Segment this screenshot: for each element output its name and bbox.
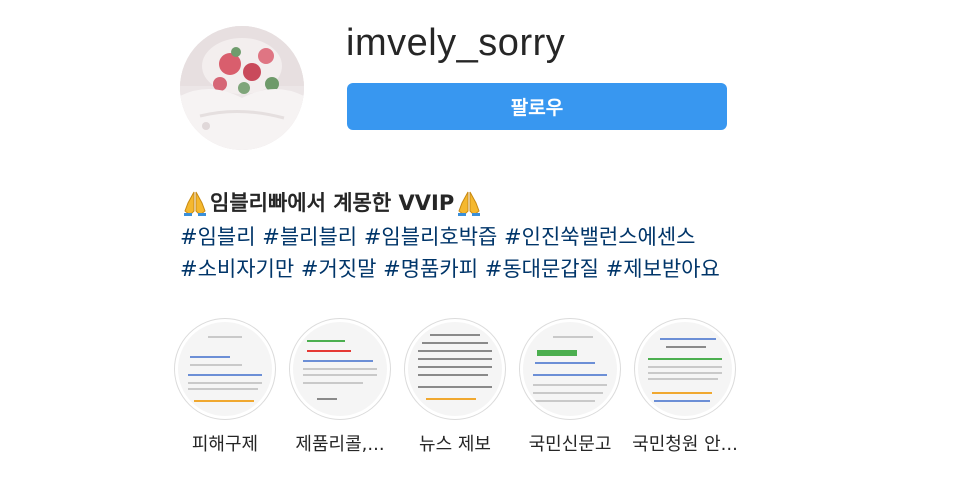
bio-hashtags: #임블리 #블리블리 #임블리호박즙 #인진쑥밸런스에센스 #소비자기만 #거짓…: [180, 221, 740, 285]
highlight-thumbnail: [178, 322, 272, 416]
highlight-label: 피해구제: [191, 434, 259, 455]
highlight-thumbnail: [523, 322, 617, 416]
profile-avatar[interactable]: [180, 26, 304, 150]
highlight-thumbnail: [408, 322, 502, 416]
highlight-thumbnail: [293, 322, 387, 416]
highlight-label: 국민신문고: [528, 434, 612, 455]
hashtag-link[interactable]: #동대문갑질: [485, 257, 599, 281]
folded-hands-icon: [456, 189, 482, 217]
highlight-item[interactable]: 국민신문고: [515, 318, 625, 456]
story-highlights: 피해구제 제품리콜,... 뉴스 제보 국민신문고 국민청원 안...: [174, 318, 775, 458]
highlight-ring: [404, 318, 506, 420]
highlight-label: 뉴스 제보: [419, 434, 491, 455]
highlight-item[interactable]: 피해구제: [170, 318, 280, 456]
folded-hands-icon: [182, 189, 208, 217]
highlight-item[interactable]: 국민청원 안...: [630, 318, 740, 456]
hashtag-link[interactable]: #제보받아요: [606, 257, 720, 281]
highlight-ring: [289, 318, 391, 420]
hashtag-link[interactable]: #임블리호박즙: [364, 225, 498, 249]
hashtag-link[interactable]: #인진쑥밸런스에센스: [504, 225, 695, 249]
highlight-label: 제품리콜,...: [295, 434, 385, 455]
highlight-label: 국민청원 안...: [632, 434, 738, 455]
avatar-image: [180, 26, 304, 150]
highlight-thumbnail: [638, 322, 732, 416]
profile-bio: 임블리빠에서 계몽한 VVIP #임블리 #블리블리 #임블리호박즙 #인진쑥밸…: [180, 185, 740, 285]
username: imvely_sorry: [346, 22, 566, 64]
highlight-ring: [634, 318, 736, 420]
highlight-ring: [174, 318, 276, 420]
bio-title: 임블리빠에서 계몽한 VVIP: [210, 191, 455, 215]
hashtag-link[interactable]: #임블리: [180, 225, 256, 249]
highlight-item[interactable]: 뉴스 제보: [400, 318, 510, 456]
hashtag-link[interactable]: #명품카피: [383, 257, 478, 281]
hashtag-link[interactable]: #블리블리: [262, 225, 357, 249]
hashtag-link[interactable]: #소비자기만: [180, 257, 294, 281]
highlight-ring: [519, 318, 621, 420]
bio-title-row: 임블리빠에서 계몽한 VVIP: [180, 185, 740, 221]
follow-button[interactable]: 팔로우: [347, 83, 727, 130]
hashtag-link[interactable]: #거짓말: [301, 257, 377, 281]
highlight-item[interactable]: 제품리콜,...: [285, 318, 395, 456]
